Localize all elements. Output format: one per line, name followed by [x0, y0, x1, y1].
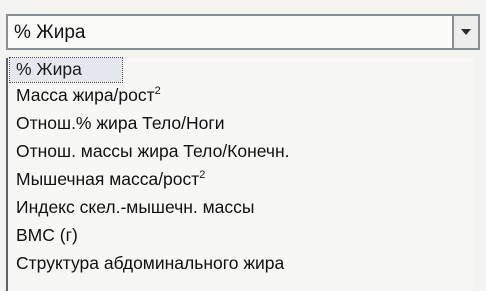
option-label: Отнош.% жира Тело/Ноги	[16, 113, 225, 133]
option-label: BMC (г)	[16, 225, 78, 245]
option-label: % Жира	[16, 59, 82, 79]
dropdown-list[interactable]: % Жира Масса жира/рост2 Отнош.% жира Тел…	[6, 57, 474, 291]
option-label: Индекс скел.-мышечн. массы	[16, 197, 255, 217]
option-label: Отнош. массы жира Тело/Конечн.	[16, 141, 290, 161]
option-fat-ratio-trunk-legs[interactable]: Отнош.% жира Тело/Ноги	[16, 112, 225, 136]
option-superscript: 2	[154, 85, 161, 97]
dropdown-panel: % Жира % Жира Масса жира/рост2 Отнош.% ж…	[0, 0, 486, 291]
combobox-value: % Жира	[14, 22, 86, 43]
option-abdominal-fat-structure[interactable]: Структура абдоминального жира	[16, 252, 284, 276]
measure-combobox[interactable]: % Жира	[6, 14, 480, 50]
option-label: Мышечная масса/рост	[16, 169, 200, 189]
option-fat-mass-ratio-trunk-limbs[interactable]: Отнош. массы жира Тело/Конечн.	[16, 140, 290, 164]
option-superscript: 2	[199, 169, 206, 181]
combobox-dropdown-button[interactable]	[452, 16, 478, 48]
option-skeletal-muscle-index[interactable]: Индекс скел.-мышечн. массы	[16, 196, 254, 220]
option-fat-percent[interactable]: % Жира	[9, 57, 123, 83]
option-bmc[interactable]: BMC (г)	[16, 224, 78, 248]
chevron-down-icon	[461, 29, 471, 35]
option-fat-mass-height[interactable]: Масса жира/рост2	[16, 84, 161, 108]
option-label: Структура абдоминального жира	[16, 253, 285, 273]
option-lean-mass-height[interactable]: Мышечная масса/рост2	[16, 168, 205, 192]
option-label: Масса жира/рост	[16, 85, 155, 105]
